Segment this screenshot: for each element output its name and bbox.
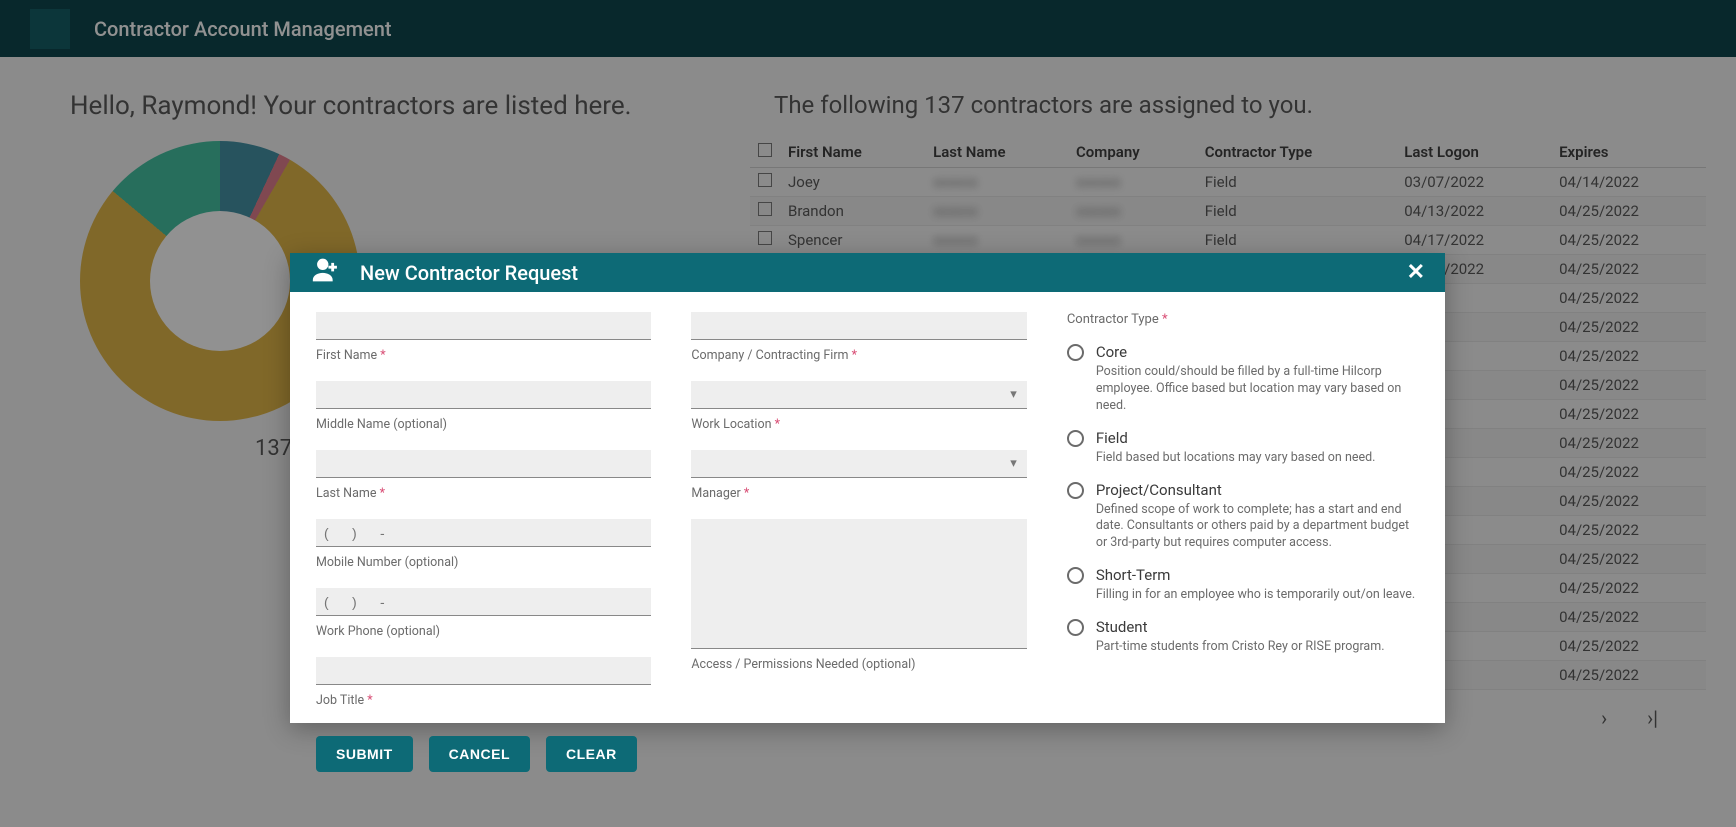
work-phone-input[interactable] (316, 588, 651, 616)
close-icon[interactable]: ✕ (1407, 260, 1425, 285)
submit-button[interactable]: SUBMIT (316, 736, 413, 772)
radio-icon[interactable] (1067, 619, 1084, 636)
required-mark: * (367, 693, 372, 708)
required-mark: * (852, 348, 857, 363)
work-phone-label: Work Phone (optional) (316, 624, 651, 639)
type-name: Field (1096, 429, 1376, 447)
work-location-label: Work Location (691, 417, 771, 432)
manager-select[interactable] (691, 450, 1026, 478)
company-input[interactable] (691, 312, 1026, 340)
required-mark: * (744, 486, 749, 501)
radio-icon[interactable] (1067, 430, 1084, 447)
mobile-input[interactable] (316, 519, 651, 547)
radio-icon[interactable] (1067, 482, 1084, 499)
type-desc: Position could/should be filled by a ful… (1096, 364, 1419, 415)
contractor-type-option[interactable]: Short-Term Filling in for an employee who… (1067, 566, 1419, 604)
first-name-label: First Name (316, 348, 377, 363)
contractor-type-label: Contractor Type (1067, 312, 1159, 327)
required-mark: * (380, 486, 385, 501)
type-name: Core (1096, 343, 1419, 361)
type-desc: Field based but locations may vary based… (1096, 450, 1376, 467)
required-mark: * (1162, 312, 1168, 327)
type-name: Project/Consultant (1096, 481, 1419, 499)
type-name: Short-Term (1096, 566, 1415, 584)
job-title-label: Job Title (316, 693, 364, 708)
contractor-type-group: Contractor Type * Core Position could/sho… (1067, 312, 1419, 722)
type-desc: Defined scope of work to complete; has a… (1096, 502, 1419, 553)
last-name-label: Last Name (316, 486, 376, 501)
company-label: Company / Contracting Firm (691, 348, 848, 363)
required-mark: * (380, 348, 385, 363)
middle-name-label: Middle Name (optional) (316, 417, 651, 432)
job-title-input[interactable] (316, 657, 651, 685)
radio-icon[interactable] (1067, 567, 1084, 584)
mobile-label: Mobile Number (optional) (316, 555, 651, 570)
clear-button[interactable]: CLEAR (546, 736, 637, 772)
person-plus-icon (310, 253, 344, 292)
cancel-button[interactable]: CANCEL (429, 736, 530, 772)
type-desc: Filling in for an employee who is tempor… (1096, 587, 1415, 604)
form-col-middle: Company / Contracting Firm * Work Locati… (691, 312, 1026, 722)
access-label: Access / Permissions Needed (optional) (691, 657, 1026, 672)
contractor-type-option[interactable]: Field Field based but locations may vary … (1067, 429, 1419, 467)
modal-title: New Contractor Request (360, 261, 578, 285)
radio-icon[interactable] (1067, 344, 1084, 361)
modal-body: First Name * Middle Name (optional) Last… (290, 292, 1445, 722)
first-name-input[interactable] (316, 312, 651, 340)
modal-header: New Contractor Request ✕ (290, 253, 1445, 292)
last-name-input[interactable] (316, 450, 651, 478)
form-col-left: First Name * Middle Name (optional) Last… (316, 312, 651, 722)
type-desc: Part-time students from Cristo Rey or RI… (1096, 639, 1385, 656)
contractor-type-option[interactable]: Core Position could/should be filled by a… (1067, 343, 1419, 415)
manager-label: Manager (691, 486, 740, 501)
middle-name-input[interactable] (316, 381, 651, 409)
contractor-type-option[interactable]: Project/Consultant Defined scope of work … (1067, 481, 1419, 553)
new-contractor-modal: New Contractor Request ✕ First Name * Mi… (290, 253, 1445, 723)
type-name: Student (1096, 618, 1385, 636)
modal-footer: SUBMIT CANCEL CLEAR (290, 722, 1445, 792)
required-mark: * (775, 417, 780, 432)
access-textarea[interactable] (691, 519, 1026, 649)
contractor-type-option[interactable]: Student Part-time students from Cristo Re… (1067, 618, 1419, 656)
work-location-select[interactable] (691, 381, 1026, 409)
